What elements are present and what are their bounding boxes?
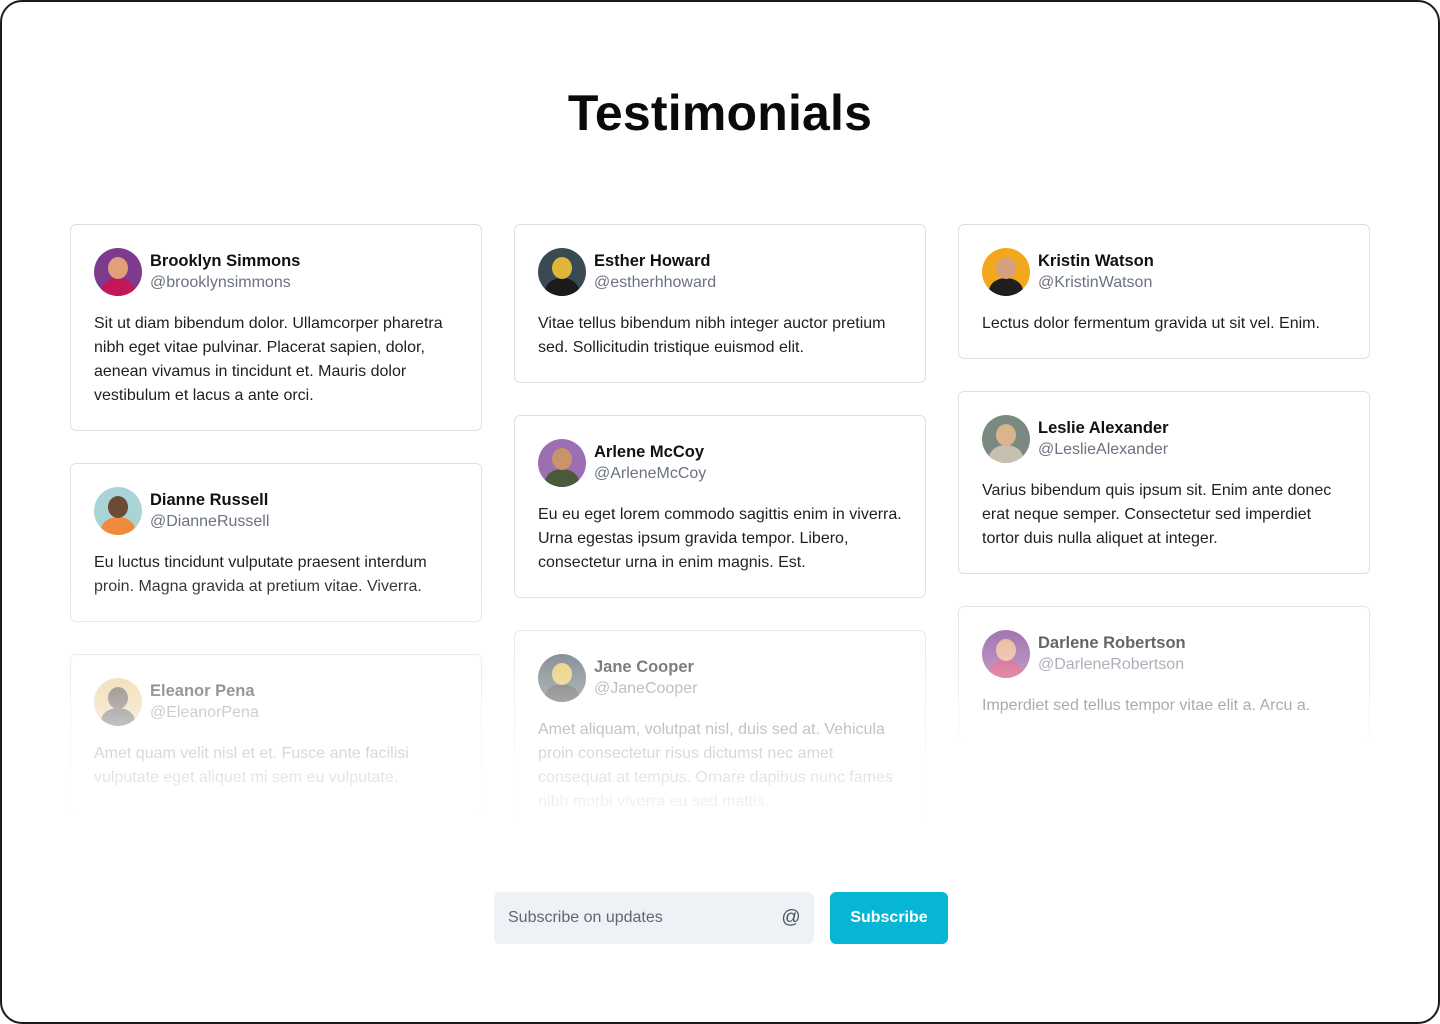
avatar-face (996, 639, 1016, 661)
avatar (982, 248, 1030, 296)
author: Arlene McCoy @ArleneMcCoy (594, 441, 706, 485)
author-name: Arlene McCoy (594, 443, 705, 461)
author-handle: @DianneRussell (150, 513, 270, 530)
author-handle: @LeslieAlexander (1038, 441, 1169, 458)
author-name: Esther Howard (594, 252, 711, 270)
testimonial-text: Eu eu eget lorem commodo sagittis enim i… (538, 506, 902, 571)
author-handle: @brooklynsimmons (150, 274, 291, 291)
avatar-body (989, 445, 1023, 463)
testimonial-header: Darlene Robertson @DarleneRobertson (982, 630, 1346, 678)
avatar-face (108, 257, 128, 279)
avatar (94, 678, 142, 726)
author: Leslie Alexander @LeslieAlexander (1038, 417, 1169, 461)
testimonial-card: Jane Cooper @JaneCooper Amet aliquam, volu… (514, 630, 926, 837)
testimonial-text: Eu luctus tincidunt vulputate praesent i… (94, 554, 427, 595)
avatar-face (108, 687, 128, 709)
author: Esther Howard @estherhhoward (594, 250, 716, 294)
subscribe-field: @ (494, 892, 814, 944)
testimonial-column-1: Brooklyn Simmons @brooklynsimmons Sit ut d… (70, 224, 482, 845)
testimonial-header: Eleanor Pena @EleanorPena (94, 678, 458, 726)
author-name: Kristin Watson (1038, 252, 1154, 270)
testimonial-header: Dianne Russell @DianneRussell (94, 487, 458, 535)
avatar (538, 248, 586, 296)
testimonial-header: Esther Howard @estherhhoward (538, 248, 902, 296)
subscribe-form: @ Subscribe (494, 892, 948, 944)
author: Darlene Robertson @DarleneRobertson (1038, 632, 1186, 676)
avatar-face (108, 496, 128, 518)
testimonial-header: Brooklyn Simmons @brooklynsimmons (94, 248, 458, 296)
author-name: Leslie Alexander (1038, 419, 1169, 437)
testimonial-card: Arlene McCoy @ArleneMcCoy Eu eu eget lorem… (514, 415, 926, 598)
author-name: Dianne Russell (150, 491, 269, 509)
testimonial-text: Lectus dolor fermentum gravida ut sit ve… (982, 315, 1320, 332)
testimonial-column-2: Esther Howard @estherhhoward Vitae tellus … (514, 224, 926, 869)
testimonial-text: Amet aliquam, volutpat nisl, duis sed at… (538, 721, 893, 810)
avatar-body (989, 660, 1023, 678)
avatar (538, 654, 586, 702)
testimonial-card: Brooklyn Simmons @brooklynsimmons Sit ut d… (70, 224, 482, 431)
avatar-body (989, 278, 1023, 296)
testimonial-text: Varius bibendum quis ipsum sit. Enim ant… (982, 482, 1332, 547)
page-frame: Testimonials Brooklyn Simmons @brooklynsi… (0, 0, 1440, 1024)
author: Dianne Russell @DianneRussell (150, 489, 269, 533)
at-icon: @ (781, 907, 801, 928)
author-handle: @DarleneRobertson (1038, 656, 1185, 673)
testimonial-header: Jane Cooper @JaneCooper (538, 654, 902, 702)
avatar (538, 439, 586, 487)
author-handle: @JaneCooper (594, 680, 698, 697)
avatar (94, 487, 142, 535)
author-name: Eleanor Pena (150, 682, 255, 700)
author: Eleanor Pena @EleanorPena (150, 680, 259, 724)
author-handle: @estherhhoward (594, 274, 717, 291)
avatar-body (545, 684, 579, 702)
testimonial-column-3: Kristin Watson @KristinWatson Lectus dolor… (958, 224, 1370, 773)
testimonial-card: Eleanor Pena @EleanorPena Amet quam velit … (70, 654, 482, 813)
testimonial-card: Darlene Robertson @DarleneRobertson Imperd… (958, 606, 1370, 741)
testimonial-text: Amet quam velit nisl et et. Fusce ante f… (94, 745, 409, 786)
avatar-face (552, 663, 572, 685)
testimonial-card: Esther Howard @estherhhoward Vitae tellus … (514, 224, 926, 383)
avatar-body (545, 469, 579, 487)
author-name: Jane Cooper (594, 658, 694, 676)
avatar-face (996, 257, 1016, 279)
avatar-face (552, 448, 572, 470)
fade-cutoff (2, 822, 1438, 882)
avatar-body (545, 278, 579, 296)
testimonial-header: Arlene McCoy @ArleneMcCoy (538, 439, 902, 487)
page-title: Testimonials (567, 85, 873, 141)
avatar-face (996, 424, 1016, 446)
author-handle: @EleanorPena (150, 704, 259, 721)
avatar-body (101, 708, 135, 726)
author-handle: @KristinWatson (1038, 274, 1153, 291)
avatar (94, 248, 142, 296)
testimonial-text: Vitae tellus bibendum nibh integer aucto… (538, 315, 886, 356)
testimonial-header: Leslie Alexander @LeslieAlexander (982, 415, 1346, 463)
testimonial-card: Leslie Alexander @LeslieAlexander Varius b… (958, 391, 1370, 574)
testimonial-header: Kristin Watson @KristinWatson (982, 248, 1346, 296)
author: Jane Cooper @JaneCooper (594, 656, 697, 700)
author: Brooklyn Simmons @brooklynsimmons (150, 250, 300, 294)
subscribe-email-input[interactable] (506, 908, 780, 928)
testimonial-text: Sit ut diam bibendum dolor. Ullamcorper … (94, 315, 443, 404)
testimonial-text: Imperdiet sed tellus tempor vitae elit a… (982, 697, 1311, 714)
avatar (982, 630, 1030, 678)
testimonial-card: Kristin Watson @KristinWatson Lectus dolor… (958, 224, 1370, 359)
author-handle: @ArleneMcCoy (594, 465, 707, 482)
author-name: Brooklyn Simmons (150, 252, 301, 270)
avatar-face (552, 257, 572, 279)
author-name: Darlene Robertson (1038, 634, 1186, 652)
avatar-body (101, 278, 135, 296)
avatar (982, 415, 1030, 463)
avatar-body (101, 517, 135, 535)
author: Kristin Watson @KristinWatson (1038, 250, 1154, 294)
subscribe-button[interactable]: Subscribe (830, 892, 948, 944)
testimonial-card: Dianne Russell @DianneRussell Eu luctus ti… (70, 463, 482, 622)
